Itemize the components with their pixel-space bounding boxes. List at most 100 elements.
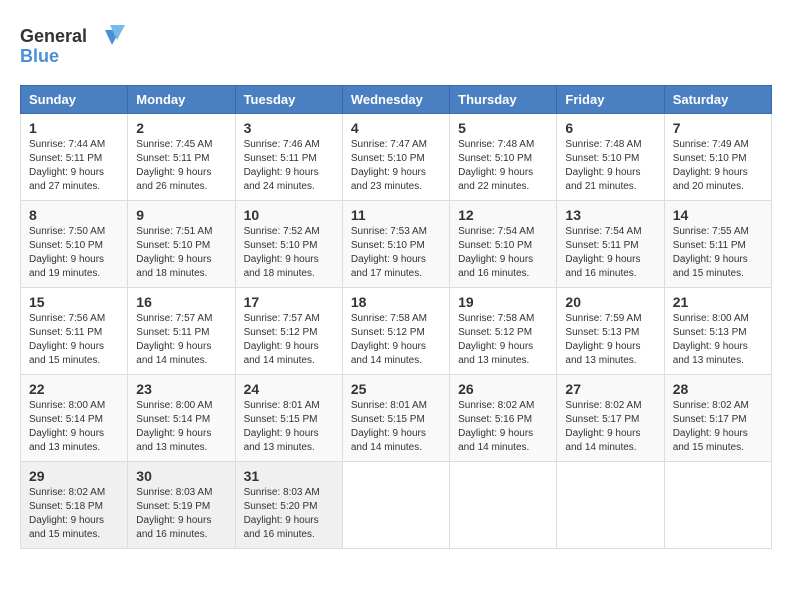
day-number: 11 <box>351 207 441 223</box>
calendar-day-cell: 20 Sunrise: 7:59 AM Sunset: 5:13 PM Dayl… <box>557 288 664 375</box>
weekday-header: Monday <box>128 86 235 114</box>
day-info: Sunrise: 7:48 AM Sunset: 5:10 PM Dayligh… <box>458 139 534 192</box>
day-number: 12 <box>458 207 548 223</box>
day-number: 4 <box>351 120 441 136</box>
calendar-day-cell: 8 Sunrise: 7:50 AM Sunset: 5:10 PM Dayli… <box>21 201 128 288</box>
weekday-header: Sunday <box>21 86 128 114</box>
day-number: 25 <box>351 381 441 397</box>
day-number: 17 <box>244 294 334 310</box>
day-info: Sunrise: 8:03 AM Sunset: 5:19 PM Dayligh… <box>136 487 212 540</box>
calendar-day-cell: 9 Sunrise: 7:51 AM Sunset: 5:10 PM Dayli… <box>128 201 235 288</box>
day-number: 1 <box>29 120 119 136</box>
calendar-day-cell: 16 Sunrise: 7:57 AM Sunset: 5:11 PM Dayl… <box>128 288 235 375</box>
weekday-header: Tuesday <box>235 86 342 114</box>
calendar-day-cell <box>664 462 771 549</box>
day-number: 24 <box>244 381 334 397</box>
calendar-day-cell: 18 Sunrise: 7:58 AM Sunset: 5:12 PM Dayl… <box>342 288 449 375</box>
day-info: Sunrise: 7:57 AM Sunset: 5:12 PM Dayligh… <box>244 313 320 366</box>
day-info: Sunrise: 8:00 AM Sunset: 5:13 PM Dayligh… <box>673 313 749 366</box>
calendar-week-row: 1 Sunrise: 7:44 AM Sunset: 5:11 PM Dayli… <box>21 114 772 201</box>
day-number: 2 <box>136 120 226 136</box>
calendar-week-row: 15 Sunrise: 7:56 AM Sunset: 5:11 PM Dayl… <box>21 288 772 375</box>
day-number: 16 <box>136 294 226 310</box>
day-number: 29 <box>29 468 119 484</box>
day-number: 30 <box>136 468 226 484</box>
day-info: Sunrise: 8:01 AM Sunset: 5:15 PM Dayligh… <box>244 400 320 453</box>
day-info: Sunrise: 8:03 AM Sunset: 5:20 PM Dayligh… <box>244 487 320 540</box>
day-info: Sunrise: 7:45 AM Sunset: 5:11 PM Dayligh… <box>136 139 212 192</box>
day-number: 23 <box>136 381 226 397</box>
calendar-day-cell: 7 Sunrise: 7:49 AM Sunset: 5:10 PM Dayli… <box>664 114 771 201</box>
calendar-day-cell: 23 Sunrise: 8:00 AM Sunset: 5:14 PM Dayl… <box>128 375 235 462</box>
logo-text: General Blue <box>20 20 140 75</box>
calendar-day-cell: 3 Sunrise: 7:46 AM Sunset: 5:11 PM Dayli… <box>235 114 342 201</box>
day-info: Sunrise: 8:02 AM Sunset: 5:17 PM Dayligh… <box>565 400 641 453</box>
day-info: Sunrise: 8:02 AM Sunset: 5:16 PM Dayligh… <box>458 400 534 453</box>
day-number: 7 <box>673 120 763 136</box>
day-number: 31 <box>244 468 334 484</box>
day-info: Sunrise: 7:55 AM Sunset: 5:11 PM Dayligh… <box>673 226 749 279</box>
calendar-week-row: 29 Sunrise: 8:02 AM Sunset: 5:18 PM Dayl… <box>21 462 772 549</box>
calendar-day-cell: 5 Sunrise: 7:48 AM Sunset: 5:10 PM Dayli… <box>450 114 557 201</box>
day-number: 10 <box>244 207 334 223</box>
day-info: Sunrise: 7:50 AM Sunset: 5:10 PM Dayligh… <box>29 226 105 279</box>
calendar-day-cell: 27 Sunrise: 8:02 AM Sunset: 5:17 PM Dayl… <box>557 375 664 462</box>
day-info: Sunrise: 7:58 AM Sunset: 5:12 PM Dayligh… <box>458 313 534 366</box>
calendar-day-cell: 24 Sunrise: 8:01 AM Sunset: 5:15 PM Dayl… <box>235 375 342 462</box>
calendar-day-cell <box>342 462 449 549</box>
calendar-day-cell: 30 Sunrise: 8:03 AM Sunset: 5:19 PM Dayl… <box>128 462 235 549</box>
day-info: Sunrise: 8:01 AM Sunset: 5:15 PM Dayligh… <box>351 400 427 453</box>
weekday-header: Saturday <box>664 86 771 114</box>
calendar-week-row: 22 Sunrise: 8:00 AM Sunset: 5:14 PM Dayl… <box>21 375 772 462</box>
weekday-header: Friday <box>557 86 664 114</box>
calendar-day-cell: 2 Sunrise: 7:45 AM Sunset: 5:11 PM Dayli… <box>128 114 235 201</box>
day-info: Sunrise: 7:58 AM Sunset: 5:12 PM Dayligh… <box>351 313 427 366</box>
day-number: 22 <box>29 381 119 397</box>
day-number: 26 <box>458 381 548 397</box>
day-number: 3 <box>244 120 334 136</box>
day-info: Sunrise: 7:44 AM Sunset: 5:11 PM Dayligh… <box>29 139 105 192</box>
calendar-day-cell: 15 Sunrise: 7:56 AM Sunset: 5:11 PM Dayl… <box>21 288 128 375</box>
calendar-day-cell: 6 Sunrise: 7:48 AM Sunset: 5:10 PM Dayli… <box>557 114 664 201</box>
day-info: Sunrise: 7:56 AM Sunset: 5:11 PM Dayligh… <box>29 313 105 366</box>
day-info: Sunrise: 7:51 AM Sunset: 5:10 PM Dayligh… <box>136 226 212 279</box>
day-number: 9 <box>136 207 226 223</box>
day-number: 6 <box>565 120 655 136</box>
calendar-day-cell: 12 Sunrise: 7:54 AM Sunset: 5:10 PM Dayl… <box>450 201 557 288</box>
day-number: 5 <box>458 120 548 136</box>
header: General Blue <box>20 20 772 75</box>
calendar-day-cell: 22 Sunrise: 8:00 AM Sunset: 5:14 PM Dayl… <box>21 375 128 462</box>
weekday-header: Wednesday <box>342 86 449 114</box>
day-info: Sunrise: 7:54 AM Sunset: 5:10 PM Dayligh… <box>458 226 534 279</box>
calendar-day-cell: 4 Sunrise: 7:47 AM Sunset: 5:10 PM Dayli… <box>342 114 449 201</box>
day-number: 27 <box>565 381 655 397</box>
day-info: Sunrise: 7:46 AM Sunset: 5:11 PM Dayligh… <box>244 139 320 192</box>
day-number: 14 <box>673 207 763 223</box>
day-number: 18 <box>351 294 441 310</box>
day-info: Sunrise: 7:59 AM Sunset: 5:13 PM Dayligh… <box>565 313 641 366</box>
calendar-day-cell: 14 Sunrise: 7:55 AM Sunset: 5:11 PM Dayl… <box>664 201 771 288</box>
day-number: 28 <box>673 381 763 397</box>
calendar-day-cell: 29 Sunrise: 8:02 AM Sunset: 5:18 PM Dayl… <box>21 462 128 549</box>
day-info: Sunrise: 8:02 AM Sunset: 5:18 PM Dayligh… <box>29 487 105 540</box>
day-number: 15 <box>29 294 119 310</box>
calendar-day-cell: 11 Sunrise: 7:53 AM Sunset: 5:10 PM Dayl… <box>342 201 449 288</box>
day-info: Sunrise: 7:49 AM Sunset: 5:10 PM Dayligh… <box>673 139 749 192</box>
calendar-day-cell <box>557 462 664 549</box>
calendar-week-row: 8 Sunrise: 7:50 AM Sunset: 5:10 PM Dayli… <box>21 201 772 288</box>
svg-text:General: General <box>20 26 87 46</box>
svg-text:Blue: Blue <box>20 46 59 66</box>
weekday-header: Thursday <box>450 86 557 114</box>
day-info: Sunrise: 7:48 AM Sunset: 5:10 PM Dayligh… <box>565 139 641 192</box>
day-number: 8 <box>29 207 119 223</box>
calendar-day-cell <box>450 462 557 549</box>
day-info: Sunrise: 7:57 AM Sunset: 5:11 PM Dayligh… <box>136 313 212 366</box>
day-number: 20 <box>565 294 655 310</box>
day-number: 21 <box>673 294 763 310</box>
calendar-table: SundayMondayTuesdayWednesdayThursdayFrid… <box>20 85 772 549</box>
day-number: 13 <box>565 207 655 223</box>
day-info: Sunrise: 7:52 AM Sunset: 5:10 PM Dayligh… <box>244 226 320 279</box>
weekday-header-row: SundayMondayTuesdayWednesdayThursdayFrid… <box>21 86 772 114</box>
calendar-day-cell: 21 Sunrise: 8:00 AM Sunset: 5:13 PM Dayl… <box>664 288 771 375</box>
calendar-day-cell: 31 Sunrise: 8:03 AM Sunset: 5:20 PM Dayl… <box>235 462 342 549</box>
